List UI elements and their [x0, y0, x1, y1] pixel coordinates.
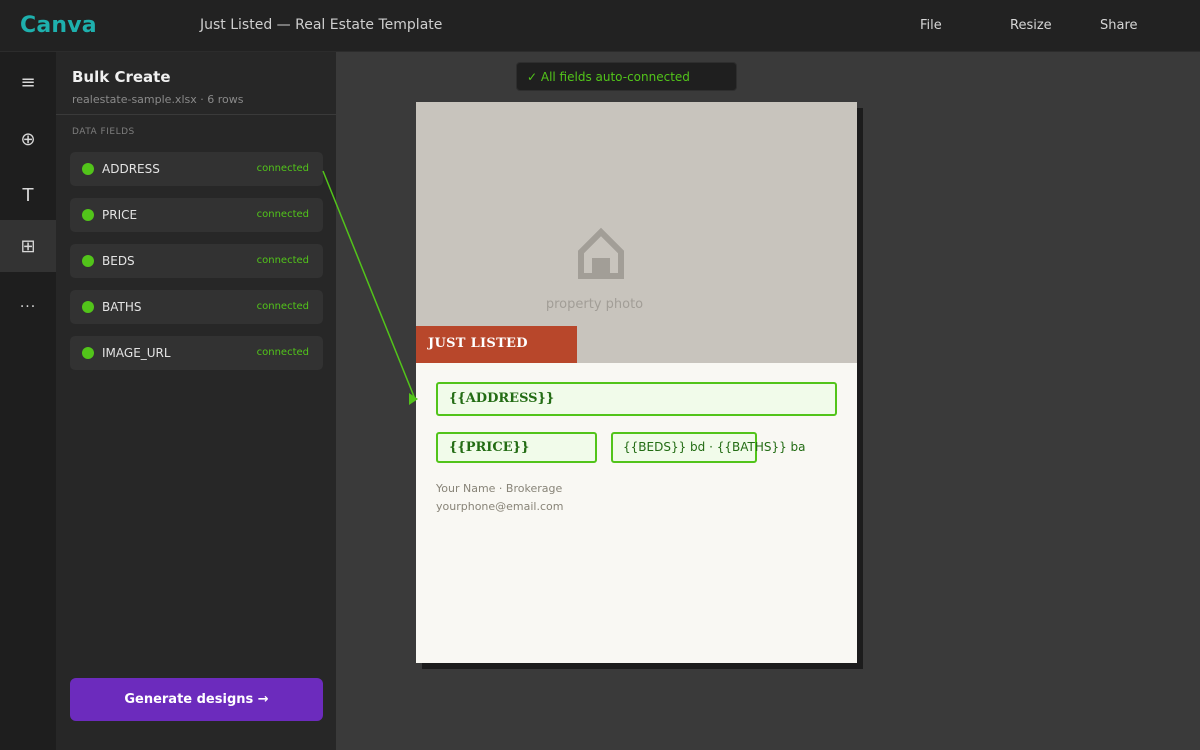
field-name: BEDS: [102, 254, 135, 268]
field-row-baths[interactable]: BATHS connected: [70, 290, 323, 324]
document-title[interactable]: Just Listed — Real Estate Template: [200, 17, 442, 33]
property-photo-frame[interactable]: property photo: [416, 102, 857, 363]
tool-rail: ≡ ⊕ T ⊞ ···: [0, 52, 56, 750]
text-icon[interactable]: T: [0, 169, 56, 221]
photo-placeholder-label: property photo: [545, 297, 644, 312]
field-row-price[interactable]: PRICE connected: [70, 198, 323, 232]
connected-dot-icon: [82, 209, 94, 221]
bulk-create-grid-icon[interactable]: ⊞: [0, 220, 56, 272]
generate-designs-button[interactable]: Generate designs →: [70, 678, 323, 721]
field-row-image-url[interactable]: IMAGE_URL connected: [70, 336, 323, 370]
canva-logo[interactable]: Canva: [20, 13, 97, 38]
field-row-address[interactable]: ADDRESS connected: [70, 152, 323, 186]
design-page[interactable]: property photo JUST LISTED {{ADDRESS}} {…: [416, 102, 857, 663]
connected-dot-icon: [82, 347, 94, 359]
panel-divider: [56, 114, 336, 115]
field-status: connected: [256, 255, 309, 266]
resize-menu[interactable]: Resize: [1010, 18, 1052, 33]
field-status: connected: [256, 347, 309, 358]
field-name: ADDRESS: [102, 162, 160, 176]
just-listed-banner[interactable]: JUST LISTED: [416, 326, 577, 363]
agent-contact-text[interactable]: yourphone@email.com: [436, 500, 563, 513]
top-bar: Canva Just Listed — Real Estate Template…: [0, 0, 1200, 52]
field-name: PRICE: [102, 208, 138, 222]
add-circle-icon[interactable]: ⊕: [0, 113, 56, 165]
connected-dot-icon: [82, 301, 94, 313]
connected-dot-icon: [82, 255, 94, 267]
beds-baths-placeholder[interactable]: {{BEDS}} bd · {{BATHS}} ba: [611, 432, 806, 463]
field-name: BATHS: [102, 300, 142, 314]
bulk-create-panel: Bulk Create realestate-sample.xlsx · 6 r…: [56, 52, 336, 750]
price-placeholder[interactable]: {{PRICE}}: [436, 432, 597, 463]
connected-dot-icon: [82, 163, 94, 175]
address-placeholder[interactable]: {{ADDRESS}}: [436, 382, 837, 416]
agent-name-text[interactable]: Your Name · Brokerage: [436, 482, 562, 495]
menu-icon[interactable]: ≡: [0, 56, 56, 108]
field-status: connected: [256, 209, 309, 220]
data-source-info: realestate-sample.xlsx · 6 rows: [72, 93, 244, 106]
panel-title: Bulk Create: [72, 68, 171, 86]
field-row-beds[interactable]: BEDS connected: [70, 244, 323, 278]
more-icon[interactable]: ···: [0, 281, 56, 333]
field-name: IMAGE_URL: [102, 346, 171, 360]
field-status: connected: [256, 301, 309, 312]
field-status: connected: [256, 163, 309, 174]
data-fields-label: DATA FIELDS: [72, 127, 135, 137]
file-menu[interactable]: File: [920, 18, 942, 33]
house-icon: [578, 227, 624, 279]
auto-connect-toast: ✓ All fields auto-connected: [516, 62, 737, 91]
share-button[interactable]: Share: [1100, 18, 1138, 33]
